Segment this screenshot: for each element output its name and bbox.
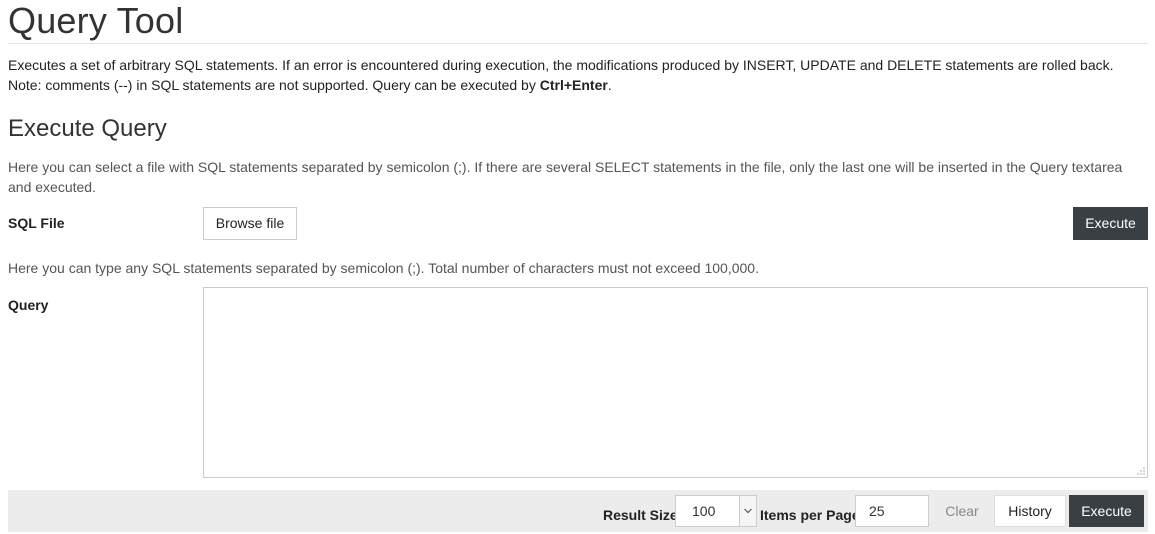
result-size-label: Result Size — [603, 507, 678, 523]
history-button[interactable]: History — [994, 495, 1066, 527]
intro-suffix: . — [607, 77, 612, 93]
browse-file-button[interactable]: Browse file — [203, 207, 297, 240]
items-per-page-input[interactable]: 25 — [855, 495, 929, 527]
chevron-down-icon — [744, 508, 752, 514]
page-title: Query Tool — [8, 0, 184, 41]
query-help-text: Here you can type any SQL statements sep… — [8, 260, 759, 276]
query-label: Query — [8, 297, 49, 313]
clear-button[interactable]: Clear — [937, 495, 987, 527]
execute-query-heading: Execute Query — [8, 115, 167, 142]
query-textarea[interactable] — [203, 287, 1148, 478]
resize-handle-icon[interactable] — [1137, 467, 1145, 475]
result-size-value: 100 — [692, 503, 716, 519]
intro-text: Executes a set of arbitrary SQL statemen… — [8, 55, 1148, 95]
execute-query-button[interactable]: Execute — [1069, 495, 1144, 527]
result-size-select[interactable]: 100 — [675, 495, 757, 527]
sql-file-label: SQL File — [8, 215, 65, 231]
title-divider — [8, 43, 1148, 44]
intro-shortcut: Ctrl+Enter — [539, 77, 608, 93]
result-size-arrow[interactable] — [739, 496, 756, 526]
items-per-page-label: Items per Page — [760, 507, 860, 523]
file-help-text: Here you can select a file with SQL stat… — [8, 159, 1123, 195]
execute-file-button[interactable]: Execute — [1073, 207, 1148, 240]
